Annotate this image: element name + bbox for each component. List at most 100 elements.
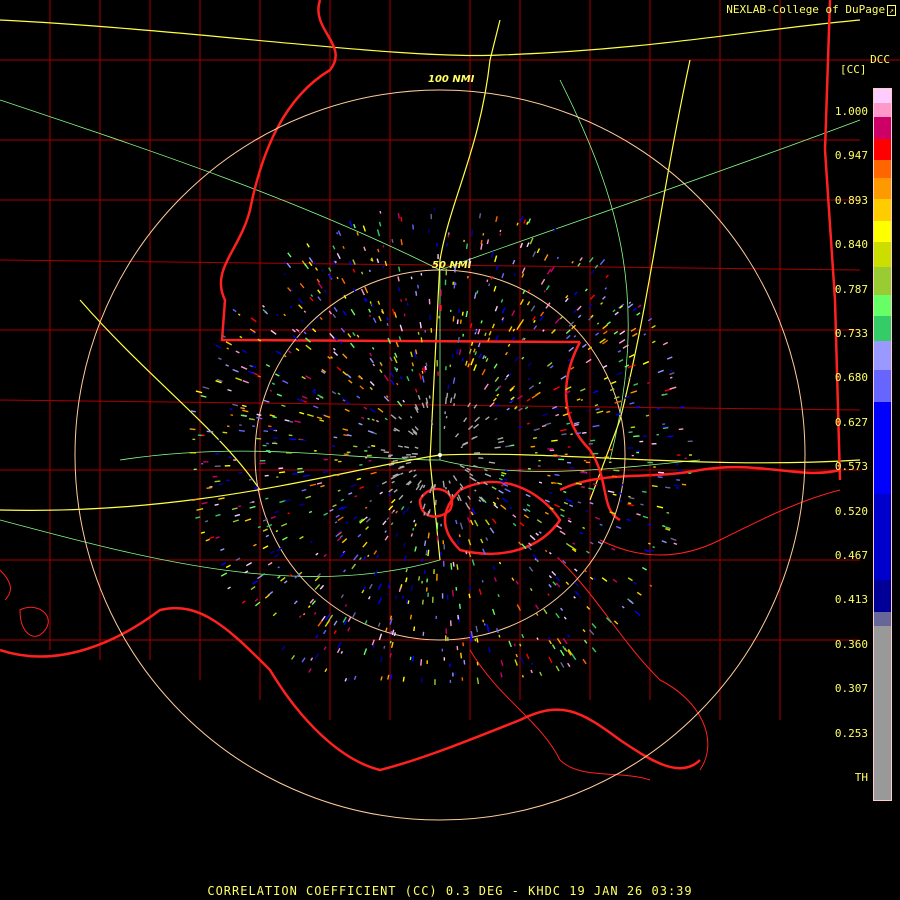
radar-return xyxy=(364,506,368,509)
radar-return xyxy=(387,674,390,680)
radar-return xyxy=(344,677,348,682)
radar-return xyxy=(365,526,369,530)
radar-return xyxy=(254,601,261,607)
radar-return xyxy=(630,390,638,394)
radar-return xyxy=(262,528,268,532)
radar-return xyxy=(340,651,344,654)
ring-label-50: 50 NMI xyxy=(432,260,472,271)
radar-return xyxy=(389,674,393,680)
radar-return xyxy=(606,410,611,414)
external-link-icon[interactable]: ↗ xyxy=(887,5,896,16)
radar-return xyxy=(392,509,396,513)
radar-return xyxy=(581,486,585,489)
radar-return xyxy=(362,225,366,232)
radar-return xyxy=(368,596,371,600)
radar-return xyxy=(527,218,531,224)
radar-return xyxy=(496,628,499,634)
radar-return xyxy=(283,580,288,584)
radar-return xyxy=(301,395,308,400)
radar-return xyxy=(360,271,364,275)
radar-return xyxy=(372,317,377,324)
radar-return xyxy=(544,549,548,553)
radar-return xyxy=(391,308,396,316)
radar-return xyxy=(656,407,661,410)
radar-return xyxy=(539,671,543,677)
radar-return xyxy=(334,521,338,524)
radar-return xyxy=(410,351,413,358)
radar-return xyxy=(561,433,567,436)
radar-return xyxy=(317,620,323,627)
radar-return xyxy=(301,488,307,492)
radar-return xyxy=(512,259,516,265)
radar-return xyxy=(457,336,460,343)
radar-return xyxy=(215,513,221,517)
radar-return xyxy=(483,623,486,626)
radar-return xyxy=(618,492,623,495)
radar-return xyxy=(299,411,305,415)
radar-return xyxy=(473,364,478,372)
radar-return xyxy=(505,445,512,448)
radar-return xyxy=(415,484,420,491)
radar-return xyxy=(680,406,685,409)
radar-return xyxy=(526,242,530,248)
radar-return xyxy=(379,491,383,495)
radar-return xyxy=(383,374,389,382)
radar-return xyxy=(269,414,275,417)
radar-return xyxy=(521,337,525,341)
radar-return xyxy=(563,490,567,494)
radar-return xyxy=(573,308,578,314)
radar-return xyxy=(339,551,346,558)
radar-return xyxy=(363,406,368,410)
radar-return xyxy=(253,486,259,490)
radar-return xyxy=(297,470,305,474)
radar-return xyxy=(412,655,415,662)
radar-return xyxy=(376,258,380,264)
radar-map[interactable]: 100 NMI 50 NMI xyxy=(0,0,900,900)
radar-return xyxy=(369,357,374,364)
radar-return xyxy=(400,216,403,222)
radar-return xyxy=(449,397,453,404)
radar-return xyxy=(323,470,328,473)
radar-return xyxy=(421,599,424,605)
radar-return xyxy=(533,428,540,431)
radar-return xyxy=(316,416,323,420)
radar-return xyxy=(272,612,277,617)
radar-return xyxy=(229,407,233,410)
radar-return xyxy=(565,334,571,340)
color-bar-tick: 1.000 xyxy=(834,105,868,118)
radar-return xyxy=(384,260,388,267)
radar-return xyxy=(532,316,536,321)
radar-return xyxy=(465,310,469,318)
radar-return xyxy=(351,563,357,570)
radar-return xyxy=(405,577,408,583)
radar-return xyxy=(596,322,600,325)
radar-return xyxy=(551,570,557,576)
radar-return xyxy=(444,397,448,405)
radar-return xyxy=(519,643,522,647)
radar-return xyxy=(516,222,519,226)
color-bar-tick: 0.680 xyxy=(834,371,868,385)
radar-return xyxy=(415,290,418,296)
radar-return xyxy=(636,312,641,316)
radar-return xyxy=(205,538,210,542)
radar-return xyxy=(628,376,631,379)
radar-return xyxy=(547,474,551,477)
color-bar-segment xyxy=(874,401,891,495)
radar-return xyxy=(673,484,680,487)
color-bar-tick: 0.627 xyxy=(834,415,868,429)
radar-return xyxy=(461,311,464,316)
radar-return xyxy=(666,511,670,514)
radar-return xyxy=(454,266,457,273)
radar-return xyxy=(393,429,397,432)
radar-return xyxy=(335,534,339,538)
radar-return xyxy=(574,568,578,572)
radar-return xyxy=(490,275,494,280)
radar-return xyxy=(595,408,600,411)
radar-return xyxy=(386,517,390,521)
radar-return xyxy=(393,632,397,637)
radar-return xyxy=(555,576,561,582)
radar-return xyxy=(526,503,531,507)
radar-return xyxy=(274,373,280,377)
radar-return xyxy=(403,313,406,317)
radar-return xyxy=(264,594,270,599)
